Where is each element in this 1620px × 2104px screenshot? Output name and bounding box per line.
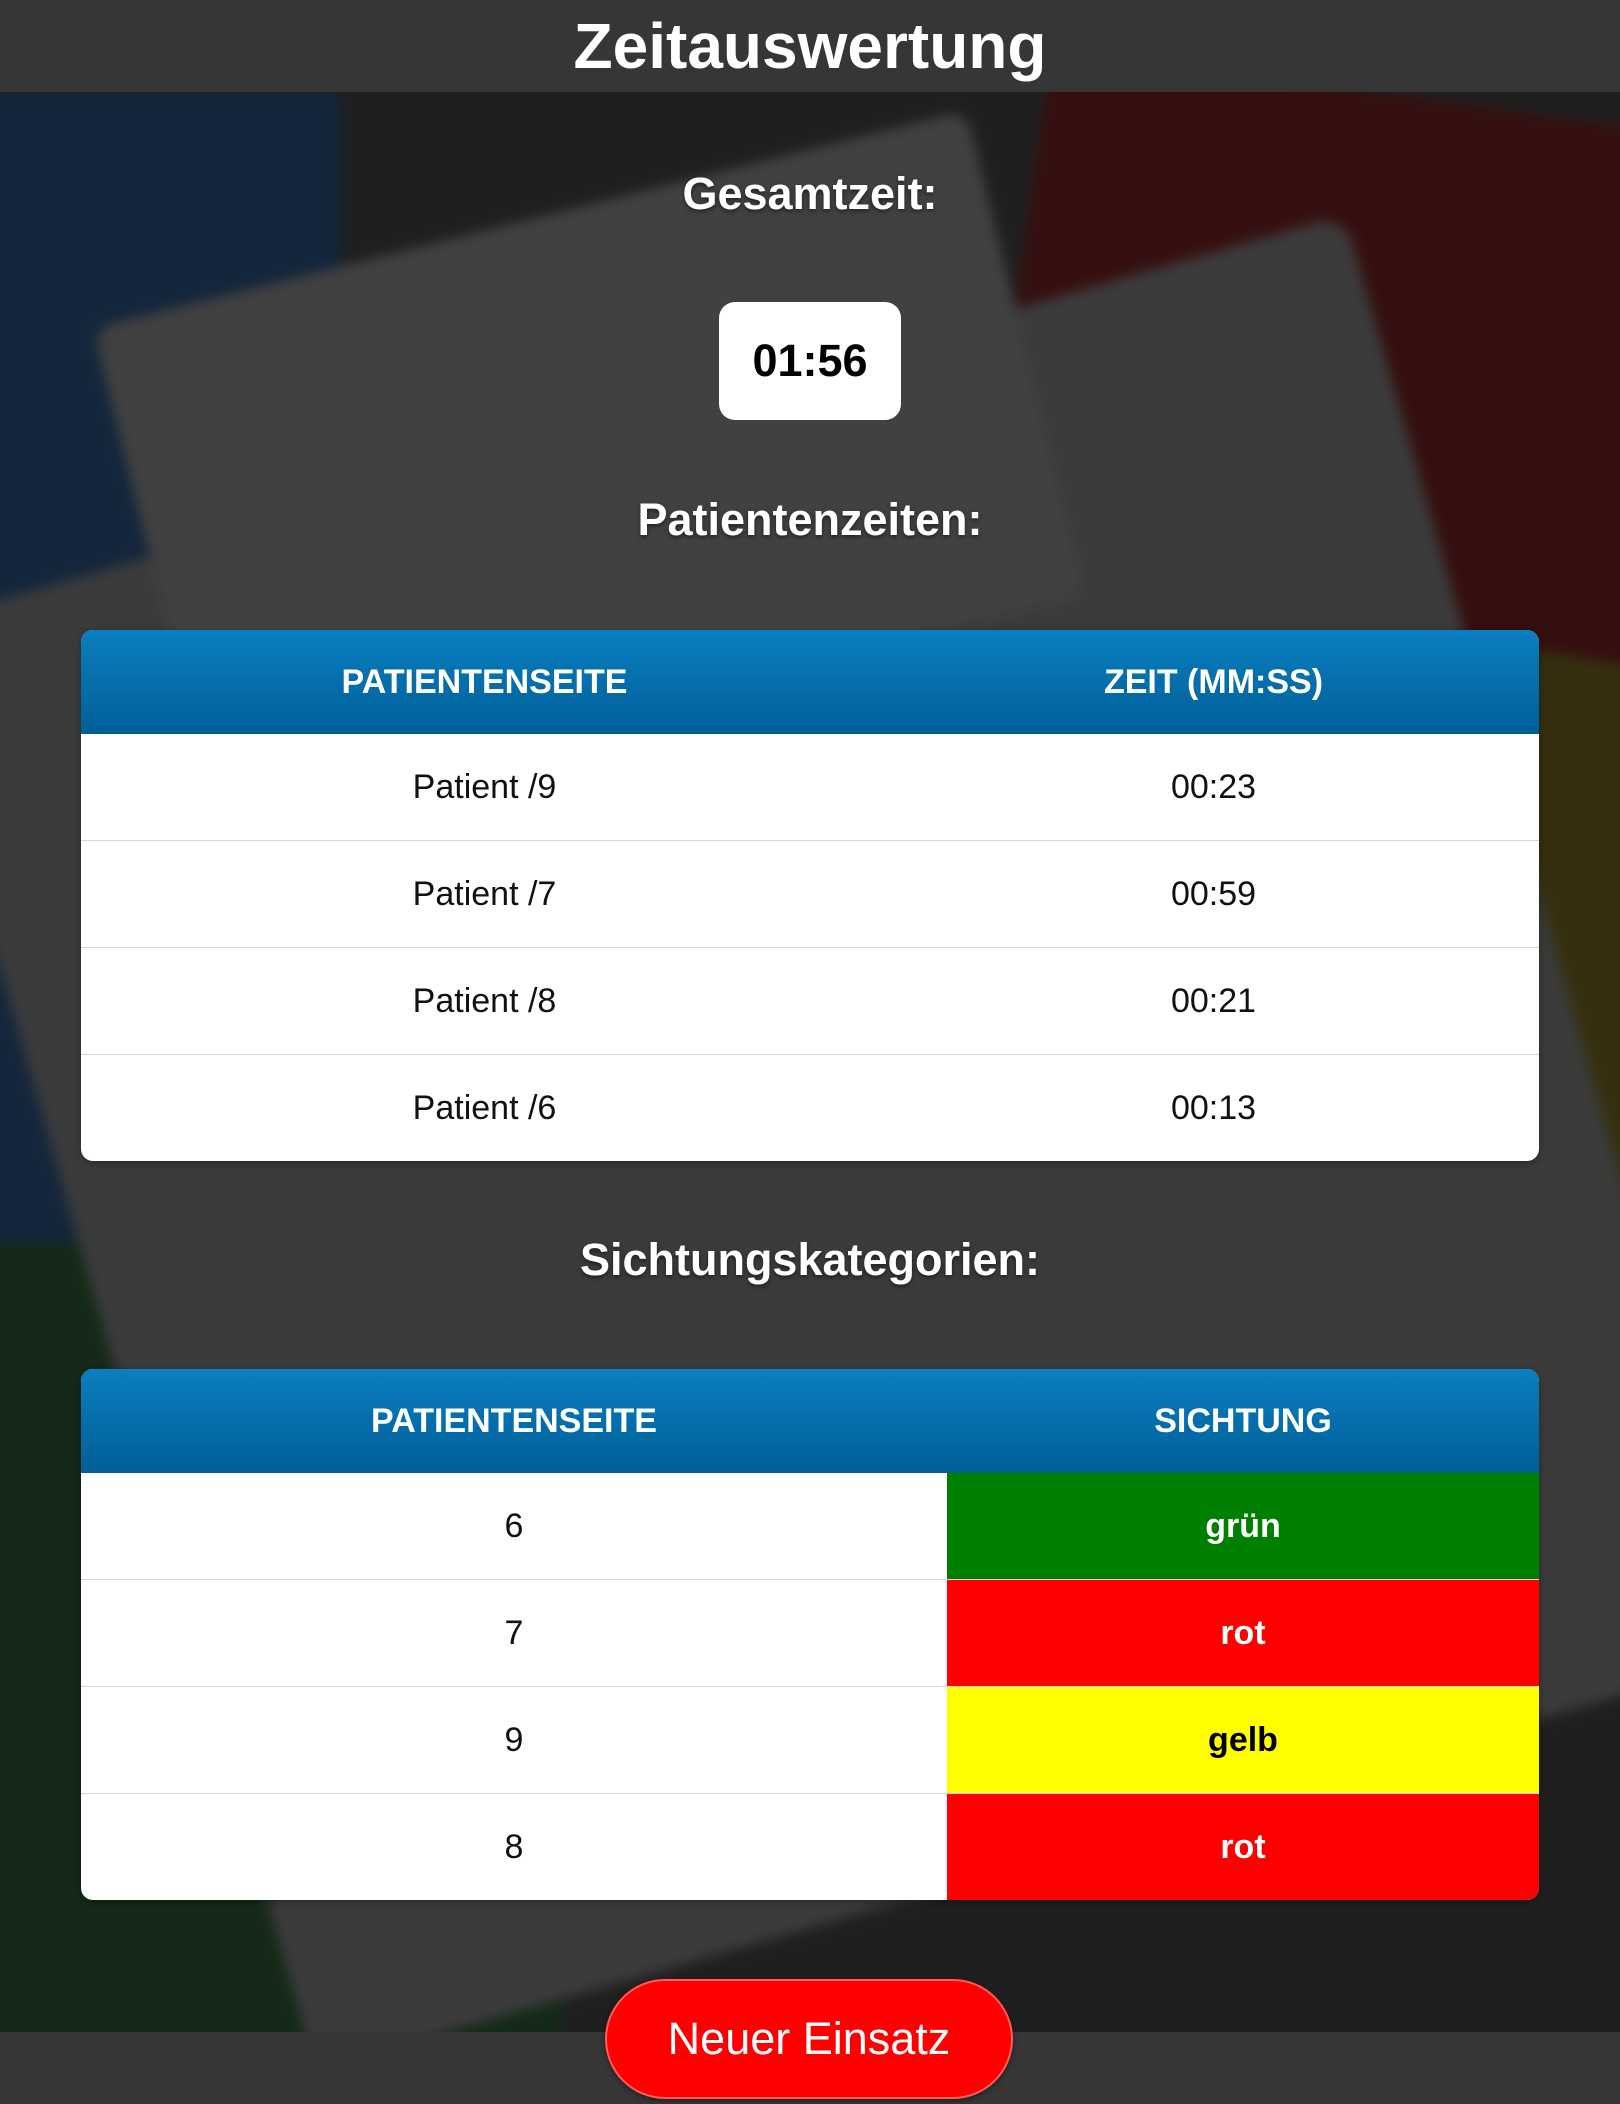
triage-categories-title: Sichtungskategorien:	[579, 1234, 1041, 1285]
table-header: PATIENTENSEITE ZEIT (MM:SS)	[81, 630, 1539, 734]
patient-cell: Patient /6	[412, 1088, 557, 1127]
table-row: 8 rot	[81, 1793, 1539, 1900]
page-cell: 8	[504, 1827, 524, 1866]
triage-badge-red: rot	[947, 1794, 1539, 1900]
patient-cell: Patient /7	[412, 874, 557, 913]
page-cell: 6	[504, 1506, 524, 1545]
triage-table: PATIENTENSEITE SICHTUNG 6 grün 7 rot 9 g…	[81, 1369, 1539, 1900]
patient-times-title: Patientenzeiten:	[637, 494, 983, 545]
table-header: PATIENTENSEITE SICHTUNG	[81, 1369, 1539, 1473]
page-title: Zeitauswertung	[573, 10, 1047, 82]
column-header-patient-page: PATIENTENSEITE	[341, 662, 628, 701]
triage-badge-green: grün	[947, 1473, 1539, 1579]
triage-badge-red: rot	[947, 1580, 1539, 1686]
table-row: Patient /8 00:21	[81, 947, 1539, 1054]
page-cell: 7	[504, 1613, 524, 1652]
patient-cell: Patient /9	[412, 767, 557, 806]
patient-times-table: PATIENTENSEITE ZEIT (MM:SS) Patient /9 0…	[81, 630, 1539, 1161]
table-row: Patient /9 00:23	[81, 734, 1539, 840]
table-row: Patient /6 00:13	[81, 1054, 1539, 1161]
time-cell: 00:13	[1170, 1088, 1257, 1127]
total-time-label: Gesamtzeit:	[682, 168, 938, 219]
page-cell: 9	[504, 1720, 524, 1759]
time-cell: 00:23	[1170, 767, 1257, 806]
time-cell: 00:21	[1170, 981, 1257, 1020]
column-header-triage: SICHTUNG	[1154, 1401, 1332, 1440]
triage-badge-yellow: gelb	[947, 1687, 1539, 1793]
table-row: Patient /7 00:59	[81, 840, 1539, 947]
header-bar: Zeitauswertung	[0, 0, 1620, 92]
table-row: 7 rot	[81, 1579, 1539, 1686]
time-cell: 00:59	[1170, 874, 1257, 913]
total-time-value: 01:56	[719, 302, 901, 420]
table-row: 6 grün	[81, 1473, 1539, 1579]
new-mission-button[interactable]: Neuer Einsatz	[605, 1979, 1013, 2099]
column-header-time: ZEIT (MM:SS)	[1103, 662, 1324, 701]
patient-cell: Patient /8	[412, 981, 557, 1020]
column-header-patient-page: PATIENTENSEITE	[371, 1401, 657, 1440]
table-row: 9 gelb	[81, 1686, 1539, 1793]
